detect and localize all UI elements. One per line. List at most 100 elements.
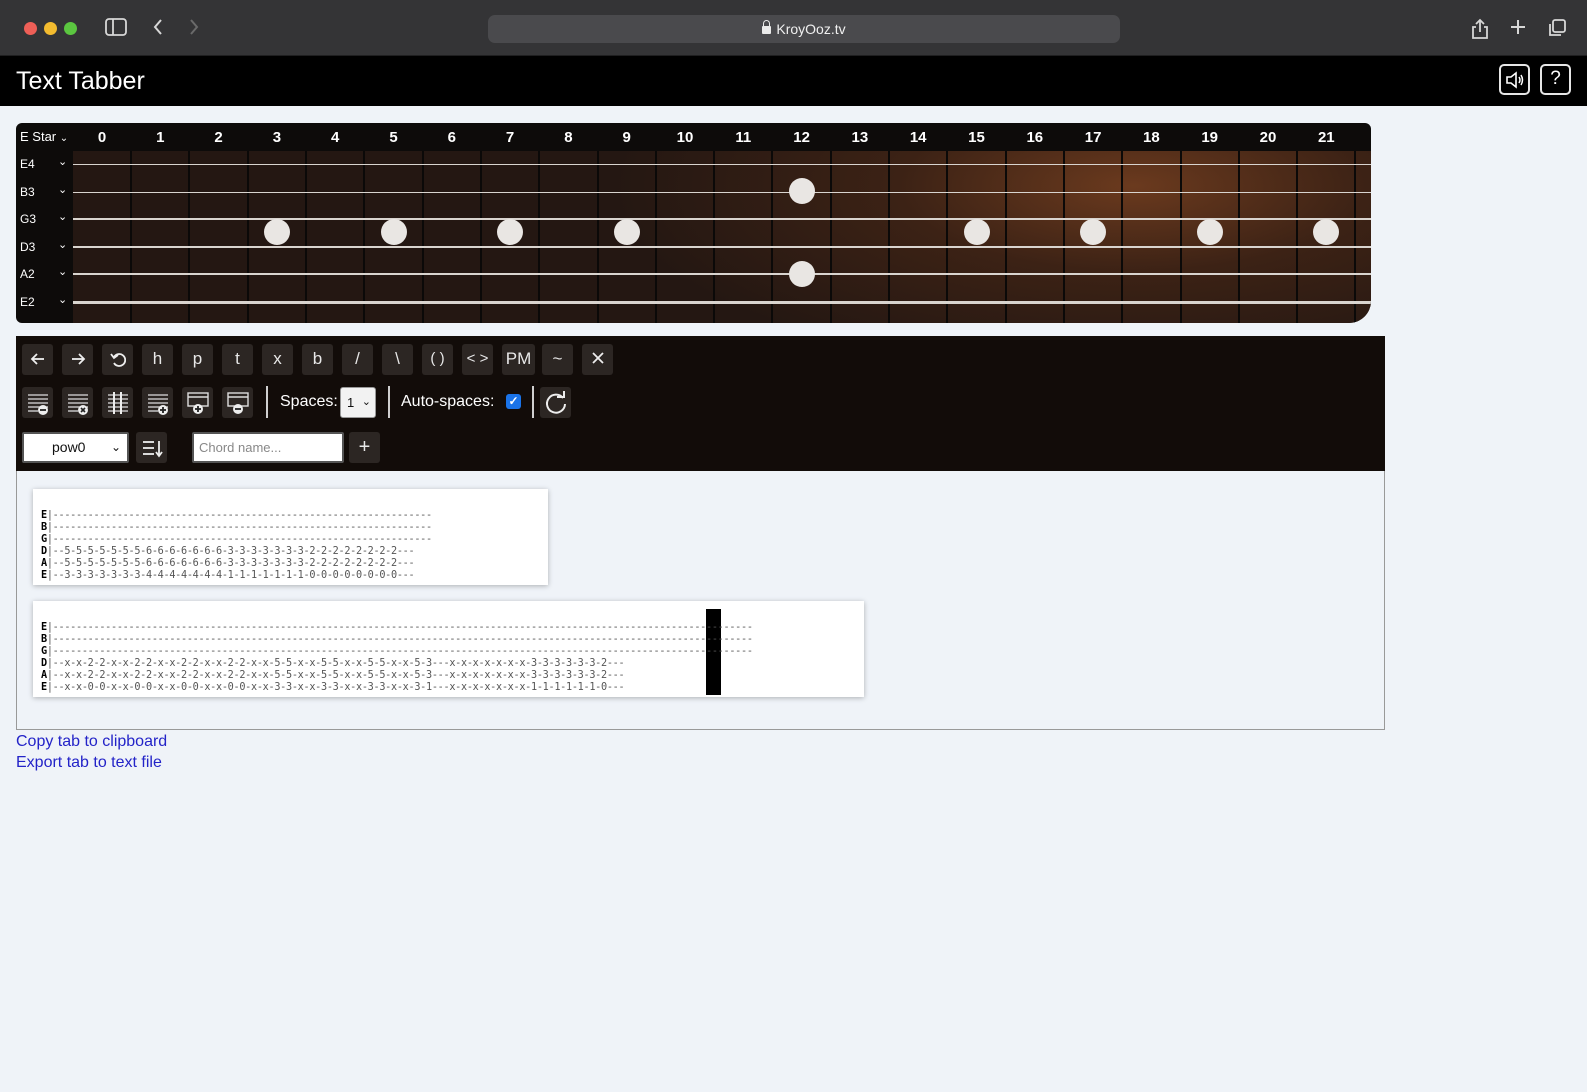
guitar-string[interactable] bbox=[73, 163, 1371, 165]
tab-notes: |--x-x-2-2-x-x-2-2-x-x-2-2-x-x-2-2-x-x-5… bbox=[46, 670, 625, 681]
sort-chords-button[interactable] bbox=[136, 432, 167, 463]
editor-toolbar: h p t x b / \ ( ) < > PM ~ Spaces: 1 ⌄ Au… bbox=[16, 336, 1385, 471]
vibrato-button[interactable]: ~ bbox=[542, 344, 573, 375]
tab-notes: |--5-5-5-5-5-5-5-6-6-6-6-6-6-6-3-3-3-3-3… bbox=[46, 558, 415, 569]
guitar-string[interactable] bbox=[73, 272, 1371, 276]
string-tuning-select[interactable]: D3 ⌄ bbox=[20, 239, 68, 254]
auto-spaces-label: Auto-spaces: bbox=[401, 393, 495, 410]
fret-wire bbox=[188, 151, 191, 323]
fret-inlay-marker bbox=[1196, 219, 1223, 245]
add-chord-button[interactable]: + bbox=[349, 432, 380, 463]
fretboard[interactable]: E Star ⌄ 0 1 2 3 4 5 6 7 8 9 10 11 12 13 14 15 16 17 18 19 2… bbox=[16, 123, 1371, 323]
string-tuning-select[interactable]: A2 ⌄ bbox=[20, 266, 68, 281]
sound-button[interactable] bbox=[1499, 64, 1530, 95]
fret-number: 13 bbox=[851, 129, 869, 146]
url-text: KroyOoz.tv bbox=[776, 21, 846, 37]
fret-inlay-marker bbox=[1080, 219, 1107, 245]
slide-down-button[interactable]: \ bbox=[382, 344, 413, 375]
mute-button[interactable]: x bbox=[262, 344, 293, 375]
fret-number: 14 bbox=[909, 129, 927, 146]
fret-number: 1 bbox=[156, 129, 165, 146]
tab-notes: |---------------------------------------… bbox=[46, 646, 753, 657]
maximize-window-button[interactable] bbox=[64, 22, 77, 35]
tab-notes: |--3-3-3-3-3-3-3-4-4-4-4-4-4-4-1-1-1-1-1… bbox=[46, 570, 415, 581]
string-tuning-select[interactable]: B3 ⌄ bbox=[20, 184, 68, 199]
tap-button[interactable]: t bbox=[222, 344, 253, 375]
chevron-down-icon: ⌄ bbox=[58, 239, 68, 251]
fret-number: 16 bbox=[1026, 129, 1044, 146]
share-icon[interactable] bbox=[1468, 14, 1492, 42]
clear-button[interactable] bbox=[582, 344, 613, 375]
fret-number: 7 bbox=[505, 129, 515, 146]
arrow-left-button[interactable] bbox=[22, 344, 53, 375]
slide-up-button[interactable]: / bbox=[342, 344, 373, 375]
tab-notes: |---------------------------------------… bbox=[46, 622, 753, 633]
add-staff-button[interactable] bbox=[142, 387, 173, 418]
sidebar-toggle-icon[interactable] bbox=[104, 14, 128, 42]
undo-button[interactable] bbox=[102, 344, 133, 375]
harmonic-button[interactable]: < > bbox=[462, 344, 493, 375]
minimize-window-button[interactable] bbox=[44, 22, 57, 35]
tuning-select[interactable]: E Star ⌄ bbox=[20, 129, 68, 144]
export-tab-link[interactable]: Export tab to text file bbox=[16, 754, 162, 772]
guitar-string[interactable] bbox=[73, 300, 1371, 304]
remove-staff-button[interactable] bbox=[22, 387, 53, 418]
fret-wire bbox=[1237, 151, 1240, 323]
chord-select[interactable]: pow0 ⌄ bbox=[22, 432, 129, 463]
copy-tab-link[interactable]: Copy tab to clipboard bbox=[16, 733, 167, 751]
tab-staff-1[interactable]: E|--------------------------------------… bbox=[33, 489, 548, 585]
sort-icon bbox=[142, 441, 163, 458]
palm-mute-button[interactable]: PM bbox=[502, 344, 535, 375]
delete-staff-button[interactable] bbox=[62, 387, 93, 418]
string-tuning-select[interactable]: E4 ⌄ bbox=[20, 156, 68, 171]
arrow-right-button[interactable] bbox=[62, 344, 93, 375]
chord-name-input[interactable]: Chord name... bbox=[192, 432, 344, 463]
refresh-button[interactable] bbox=[540, 387, 571, 418]
tab-line: A|--x-x-2-2-x-x-2-2-x-x-2-2-x-x-2-2-x-x-… bbox=[41, 670, 753, 682]
tab-line: E|--3-3-3-3-3-3-3-4-4-4-4-4-4-4-1-1-1-1-… bbox=[41, 570, 432, 582]
fret-inlay-marker bbox=[263, 219, 290, 245]
arrow-right-icon bbox=[71, 353, 85, 365]
tab-editor: E|--------------------------------------… bbox=[16, 471, 1385, 730]
guitar-string[interactable] bbox=[73, 191, 1371, 193]
add-row-button[interactable] bbox=[182, 387, 213, 418]
forward-arrow-icon[interactable] bbox=[184, 14, 204, 42]
fret-wire bbox=[946, 151, 949, 323]
auto-spaces-checkbox[interactable]: ✓ bbox=[506, 394, 521, 409]
fret-wire bbox=[1179, 151, 1182, 323]
bend-button[interactable]: b bbox=[302, 344, 333, 375]
close-window-button[interactable] bbox=[24, 22, 37, 35]
ghost-note-button[interactable]: ( ) bbox=[422, 344, 453, 375]
hammer-on-button[interactable]: h bbox=[142, 344, 173, 375]
tab-staff-2[interactable]: E|--------------------------------------… bbox=[33, 601, 864, 697]
chevron-down-icon: ⌄ bbox=[58, 156, 68, 168]
spaces-select[interactable]: 1 ⌄ bbox=[340, 387, 376, 418]
fret-wire bbox=[246, 151, 249, 323]
tab-staff-text: E|--------------------------------------… bbox=[41, 622, 753, 694]
tab-line: E|--------------------------------------… bbox=[41, 622, 753, 634]
chevron-down-icon: ⌄ bbox=[58, 184, 68, 196]
remove-row-button[interactable] bbox=[222, 387, 253, 418]
fret-number: 9 bbox=[622, 129, 631, 146]
browser-toolbar: KroyOoz.tv bbox=[0, 0, 1587, 56]
fret-wire bbox=[596, 151, 599, 323]
string-tuning-select[interactable]: G3 ⌄ bbox=[20, 211, 68, 226]
address-bar[interactable]: KroyOoz.tv bbox=[488, 15, 1120, 43]
insert-bar-button[interactable] bbox=[102, 387, 133, 418]
pull-off-button[interactable]: p bbox=[182, 344, 213, 375]
help-button[interactable]: ? bbox=[1540, 64, 1571, 95]
window-minus-icon bbox=[226, 392, 249, 414]
lock-icon bbox=[762, 20, 772, 34]
guitar-string[interactable] bbox=[73, 218, 1371, 220]
tab-line: A|--5-5-5-5-5-5-5-6-6-6-6-6-6-6-3-3-3-3-… bbox=[41, 558, 432, 570]
new-tab-icon[interactable] bbox=[1506, 14, 1530, 42]
guitar-string[interactable] bbox=[73, 246, 1371, 248]
back-arrow-icon[interactable] bbox=[148, 14, 168, 42]
tab-overview-icon[interactable] bbox=[1545, 14, 1569, 42]
string-tuning-select[interactable]: E2 ⌄ bbox=[20, 294, 68, 309]
chevron-down-icon: ⌄ bbox=[59, 133, 69, 144]
fret-wire bbox=[363, 151, 366, 323]
toolbar-divider bbox=[266, 386, 268, 418]
fret-wire bbox=[1121, 151, 1124, 323]
chevron-down-icon: ⌄ bbox=[361, 396, 371, 408]
